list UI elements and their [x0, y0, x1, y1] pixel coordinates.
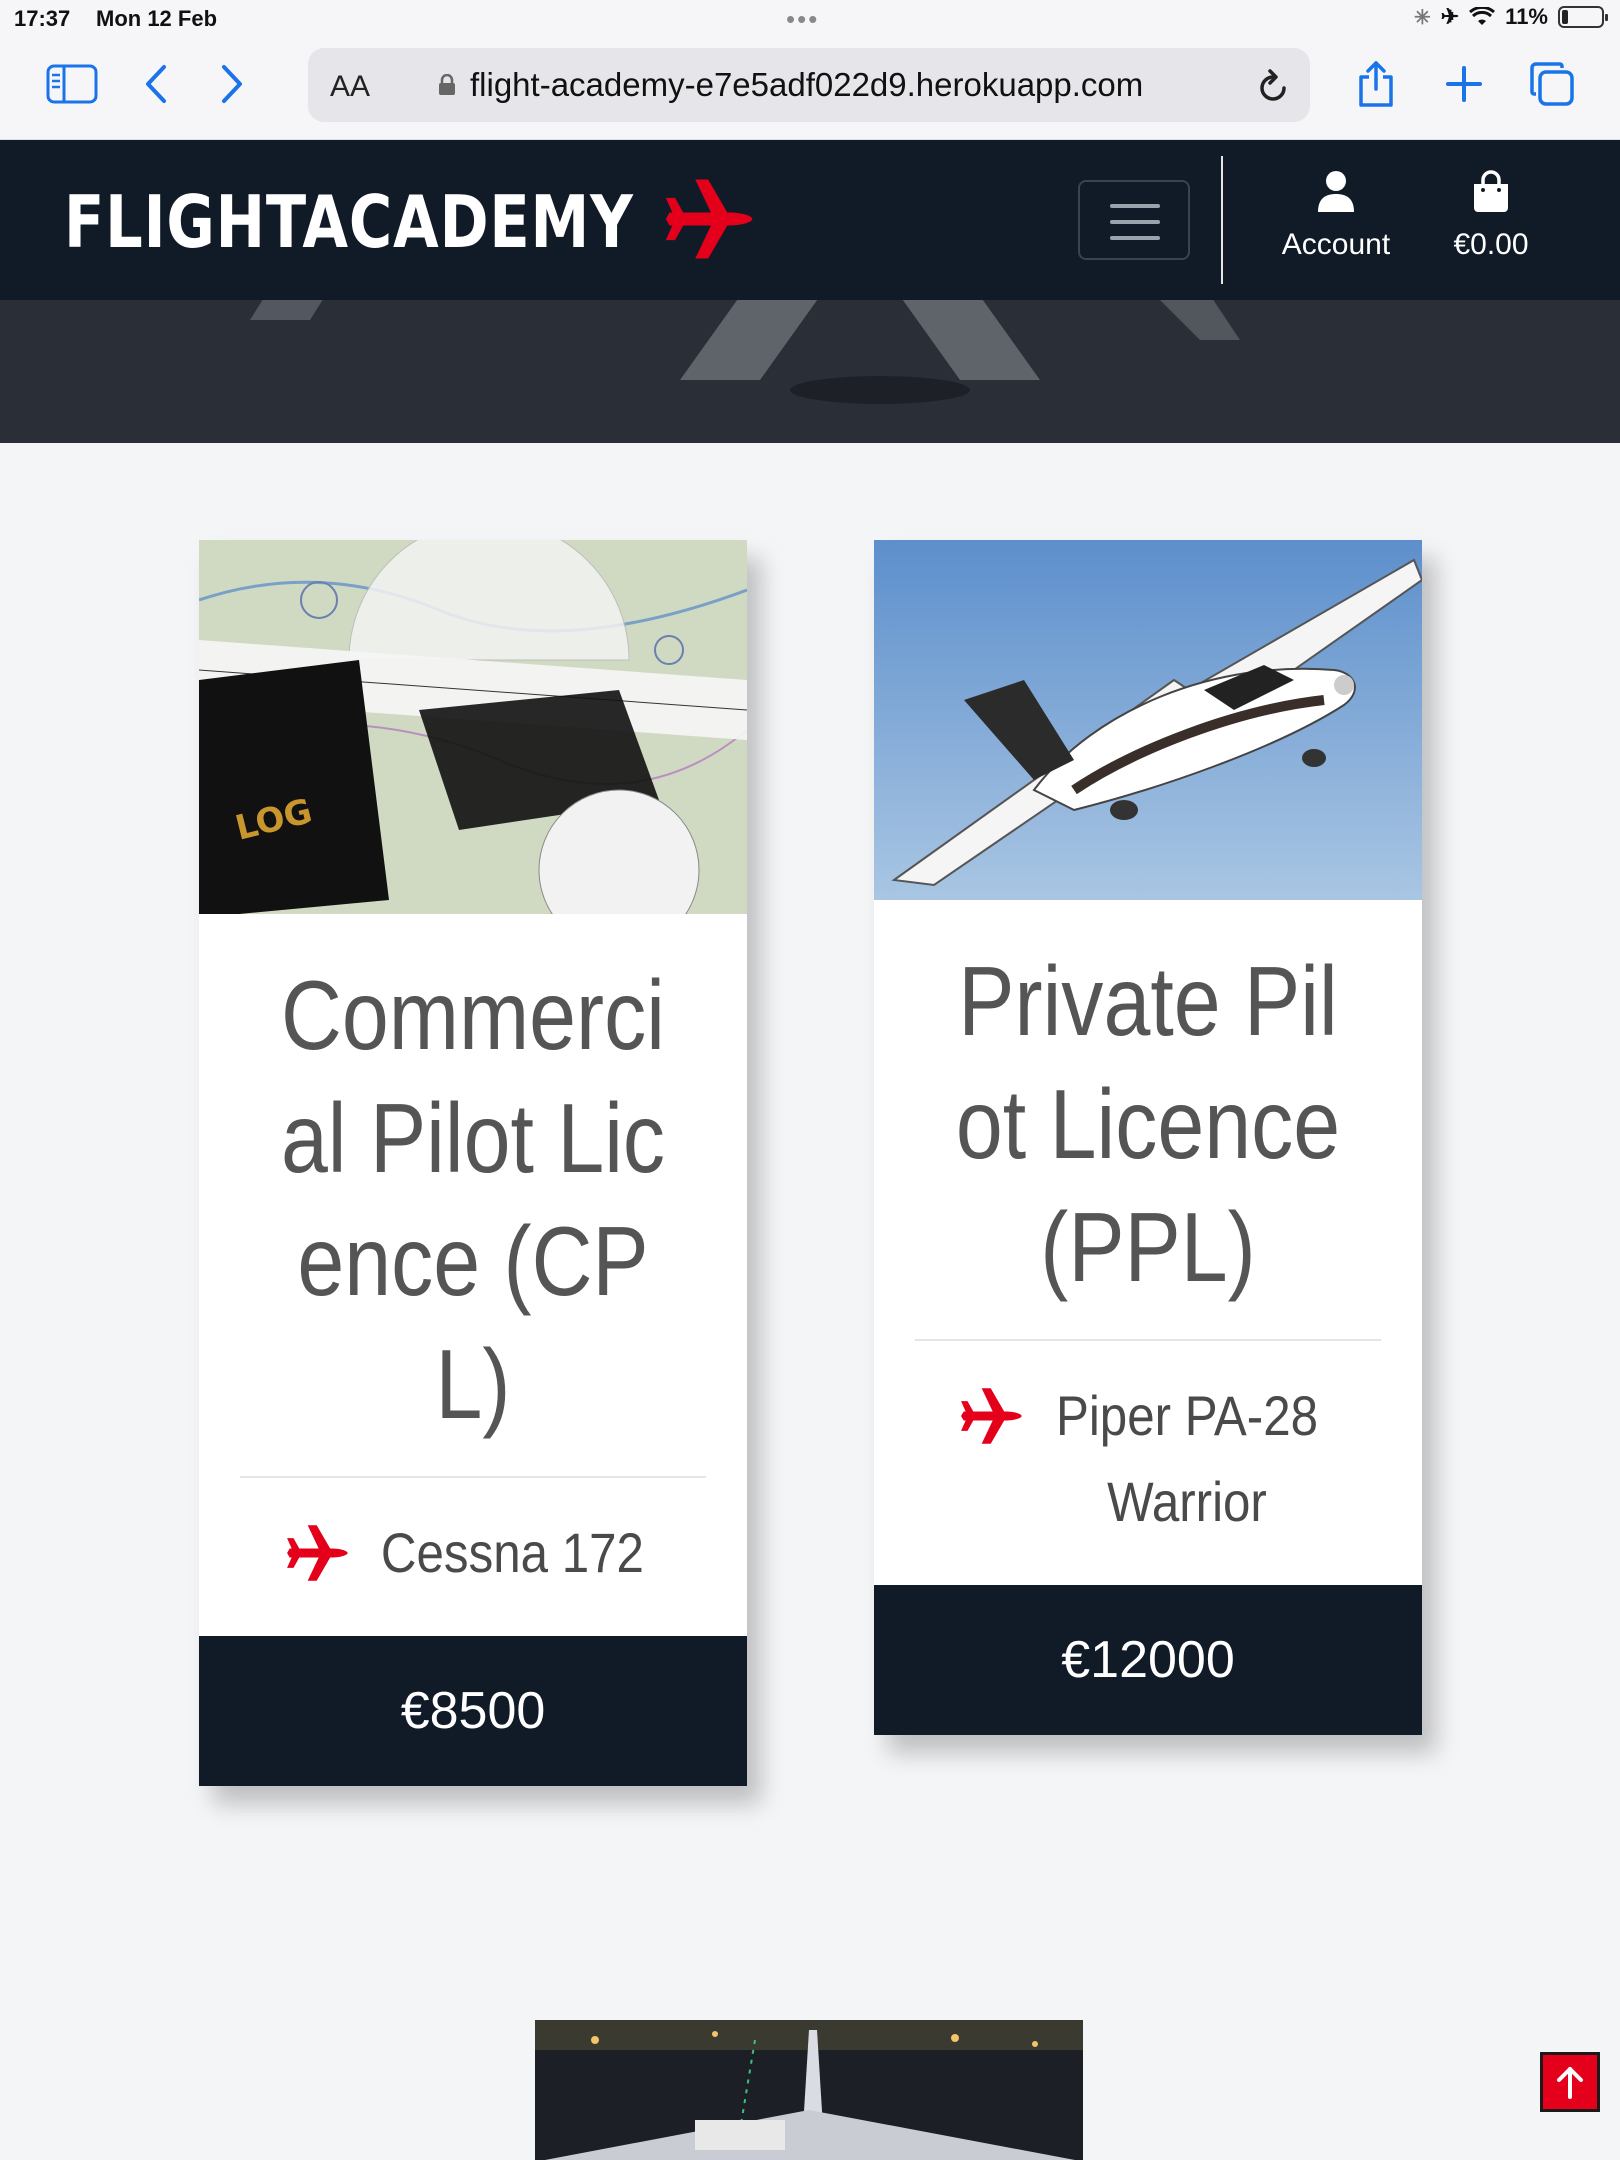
browser-toolbar: AA flight-academy-e7e5adf022d9.herokuapp… — [0, 40, 1620, 140]
runway-marking — [250, 300, 1240, 404]
shopping-bag-icon — [1474, 170, 1508, 212]
reload-icon[interactable] — [1254, 66, 1292, 106]
arrow-up-icon — [1557, 2067, 1583, 2099]
product-body-ppl: Private Pilot Licence (PPL) Piper PA-28 … — [874, 900, 1422, 1585]
aircraft-info: Cessna 172 — [199, 1478, 747, 1636]
battery-percent: 11% — [1505, 4, 1548, 29]
site-navbar: FLIGHTACADEMY Account €0.00 — [0, 140, 1620, 300]
brand-name: FLIGHTACADEMY — [64, 180, 634, 264]
aircraft-name: Cessna 172 — [380, 1521, 644, 1584]
cart-link[interactable]: €0.00 — [1446, 170, 1536, 262]
brand-logo[interactable]: FLIGHTACADEMY — [64, 179, 759, 264]
piper-aircraft-image — [874, 540, 1422, 900]
user-icon — [1318, 171, 1354, 212]
aircraft-info: Piper PA-28 Warrior — [874, 1341, 1422, 1585]
plane-icon — [961, 1388, 1022, 1444]
plane-icon — [665, 179, 753, 259]
back-icon[interactable] — [138, 60, 174, 108]
url-text: flight-academy-e7e5adf022d9.herokuapp.co… — [470, 66, 1144, 103]
wifi-icon — [1469, 7, 1496, 25]
new-tab-icon[interactable] — [1440, 60, 1488, 108]
airplane-mode-icon: ✈ — [1440, 4, 1460, 29]
status-bar: 17:37 Mon 12 Feb ••• ✳ ✈ 11% — [0, 0, 1620, 40]
loading-icon: ✳ — [1413, 6, 1431, 29]
account-link[interactable]: Account — [1280, 170, 1392, 262]
product-image-ppl[interactable] — [874, 540, 1422, 900]
product-title[interactable]: Private Pilot Licence (PPL) — [912, 900, 1383, 1309]
product-card-ppl[interactable]: Private Pilot Licence (PPL) Piper PA-28 … — [874, 540, 1422, 1735]
product-card-partial[interactable] — [535, 2020, 1083, 2160]
share-icon[interactable] — [1352, 60, 1400, 108]
battery-icon — [1558, 6, 1608, 28]
status-date: Mon 12 Feb — [96, 6, 218, 31]
product-title[interactable]: Commercial Pilot Licence (CPL) — [237, 914, 708, 1446]
navigation-chart-image: LOG — [199, 540, 747, 914]
cart-total: €0.00 — [1453, 228, 1529, 261]
nav-divider — [1221, 156, 1223, 284]
product-card-cpl[interactable]: LOG Commercial Pilot Licence (CPL) Cessn… — [199, 540, 747, 1786]
hero-image — [0, 300, 1620, 443]
price-bar: €12000 — [874, 1585, 1422, 1735]
product-price: €12000 — [1061, 1631, 1235, 1689]
address-bar[interactable]: AA flight-academy-e7e5adf022d9.herokuapp… — [308, 48, 1310, 122]
menu-toggle-button[interactable] — [1078, 180, 1190, 260]
product-image-cpl[interactable]: LOG — [199, 540, 747, 914]
text-size-button[interactable]: AA — [330, 70, 370, 104]
status-time: 17:37 — [14, 6, 71, 31]
product-price: €8500 — [400, 1682, 546, 1740]
account-label: Account — [1281, 228, 1391, 261]
lock-icon — [439, 74, 455, 95]
plane-icon — [286, 1525, 348, 1581]
forward-icon[interactable] — [214, 60, 250, 108]
sidebar-icon[interactable] — [44, 60, 100, 108]
airliner-night-image — [535, 2020, 1083, 2160]
product-body-cpl: Commercial Pilot Licence (CPL) Cessna 17… — [199, 914, 747, 1636]
status-indicators: ✳ ✈ 11% — [1413, 4, 1608, 30]
multitasking-dots-icon[interactable]: ••• — [786, 4, 819, 35]
tabs-icon[interactable] — [1526, 60, 1578, 108]
back-to-top-button[interactable] — [1540, 2052, 1600, 2112]
aircraft-name: Piper PA-28 Warrior — [1055, 1384, 1319, 1533]
price-bar: €8500 — [199, 1636, 747, 1786]
